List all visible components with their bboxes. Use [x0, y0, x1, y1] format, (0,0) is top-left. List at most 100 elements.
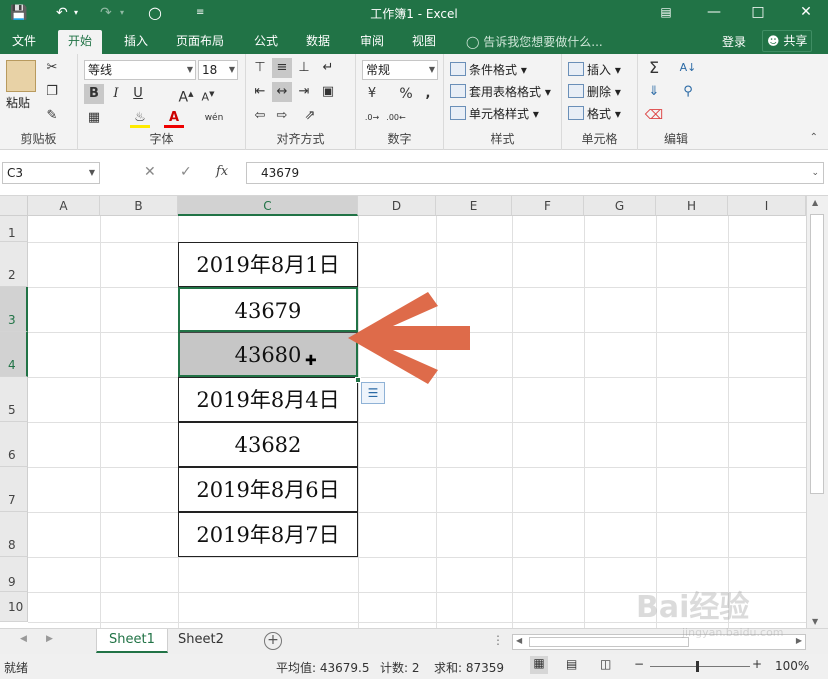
column-header-h[interactable]: H	[656, 196, 728, 216]
ribbon-display-icon[interactable]: ▤	[654, 2, 678, 22]
prev-sheet-icon[interactable]: ◀	[20, 634, 27, 644]
normal-view-icon[interactable]: ▦	[530, 656, 548, 674]
page-break-view-icon[interactable]: ◫	[600, 657, 611, 671]
fill-color-icon[interactable]: ♨	[130, 108, 150, 128]
scroll-down-icon[interactable]: ▼	[812, 617, 818, 626]
horizontal-scroll-thumb[interactable]	[529, 637, 689, 647]
enter-icon[interactable]: ✓	[180, 164, 192, 180]
delete-cells-button[interactable]: 删除 ▾	[568, 82, 621, 102]
column-header-g[interactable]: G	[584, 196, 656, 216]
align-top-icon[interactable]: ⊤	[250, 58, 270, 78]
percent-button[interactable]: %	[396, 84, 416, 104]
next-sheet-icon[interactable]: ▶	[46, 634, 53, 644]
font-size-select[interactable]: 18 ▼	[198, 60, 238, 80]
sort-filter-icon[interactable]: A↓	[678, 58, 698, 78]
row-header-6[interactable]: 6	[0, 422, 28, 467]
quick-analysis-icon[interactable]: ☰	[361, 382, 385, 404]
maximize-icon[interactable]: □	[746, 2, 770, 22]
wrap-text-icon[interactable]: ↵	[318, 58, 338, 78]
row-header-2[interactable]: 2	[0, 242, 28, 287]
align-bottom-icon[interactable]: ⊥	[294, 58, 314, 78]
scroll-up-icon[interactable]: ▲	[812, 198, 818, 207]
scroll-right-icon[interactable]: ▶	[796, 636, 802, 645]
border-icon[interactable]: ▦	[84, 108, 104, 128]
fill-icon[interactable]: ⇓	[644, 82, 664, 102]
close-icon[interactable]: ✕	[794, 2, 818, 22]
expand-formula-icon[interactable]: ⌄	[811, 163, 819, 183]
vertical-scrollbar[interactable]: ▲ ▼	[806, 196, 828, 628]
cut-icon[interactable]: ✂	[42, 58, 62, 78]
phonetic-icon[interactable]: wén	[204, 108, 224, 128]
zoom-slider-thumb[interactable]	[696, 661, 699, 672]
merge-center-icon[interactable]: ▣	[318, 82, 338, 102]
sheet-tab-sheet2[interactable]: Sheet2	[166, 629, 236, 653]
decrease-font-icon[interactable]: A▼	[198, 84, 218, 104]
tell-me-box[interactable]: ◯ 告诉我您想要做什么...	[466, 33, 603, 50]
decrease-indent-icon[interactable]: ⇦	[250, 106, 270, 126]
conditional-format-button[interactable]: 条件格式 ▾	[450, 60, 527, 80]
format-as-table-button[interactable]: 套用表格格式 ▾	[450, 82, 551, 102]
tab-formulas[interactable]: 公式	[244, 30, 288, 54]
vertical-scroll-thumb[interactable]	[810, 214, 824, 494]
cell-c8[interactable]: 2019年8月7日	[178, 512, 358, 557]
align-left-icon[interactable]: ⇤	[250, 82, 270, 102]
decrease-decimal-icon[interactable]: .00←	[386, 108, 406, 128]
tab-review[interactable]: 审阅	[350, 30, 394, 54]
cancel-icon[interactable]: ✕	[144, 164, 156, 180]
format-painter-icon[interactable]: ✎	[42, 106, 62, 126]
column-header-b[interactable]: B	[100, 196, 178, 216]
collapse-ribbon-icon[interactable]: ⌃	[810, 132, 818, 143]
page-layout-view-icon[interactable]: ▤	[566, 657, 577, 671]
cell-c7[interactable]: 2019年8月6日	[178, 467, 358, 512]
minimize-icon[interactable]: —	[702, 2, 726, 22]
tab-data[interactable]: 数据	[296, 30, 340, 54]
row-header-1[interactable]: 1	[0, 216, 28, 242]
increase-font-icon[interactable]: A▲	[176, 84, 196, 106]
font-name-select[interactable]: 等线 ▼	[84, 60, 196, 80]
tab-split-handle[interactable]: ⋮	[492, 633, 504, 647]
tab-insert[interactable]: 插入	[114, 30, 158, 54]
column-header-a[interactable]: A	[28, 196, 100, 216]
column-header-d[interactable]: D	[358, 196, 436, 216]
row-header-4[interactable]: 4	[0, 332, 28, 377]
paste-button[interactable]: 粘贴	[6, 94, 30, 111]
formula-input[interactable]: 43679 ⌄	[246, 162, 824, 184]
orientation-icon[interactable]: ⇗	[300, 106, 320, 126]
tab-file[interactable]: 文件	[2, 30, 46, 54]
bold-button[interactable]: B	[84, 84, 104, 104]
cell-styles-button[interactable]: 单元格样式 ▾	[450, 104, 539, 124]
increase-decimal-icon[interactable]: .0→	[362, 108, 382, 128]
increase-indent-icon[interactable]: ⇨	[272, 106, 292, 126]
cell-c3[interactable]: 43679	[178, 287, 358, 332]
cell-c5[interactable]: 2019年8月4日	[178, 377, 358, 422]
zoom-slider[interactable]	[650, 666, 750, 667]
autosum-icon[interactable]: Σ	[644, 58, 664, 78]
clear-icon[interactable]: ⌫	[644, 106, 664, 126]
format-cells-button[interactable]: 格式 ▾	[568, 104, 621, 124]
scroll-left-icon[interactable]: ◀	[516, 636, 522, 645]
number-format-select[interactable]: 常规 ▼	[362, 60, 438, 80]
copy-icon[interactable]: ❐	[42, 82, 62, 102]
row-header-10[interactable]: 10	[0, 592, 28, 622]
login-link[interactable]: 登录	[722, 33, 746, 50]
cell-c2[interactable]: 2019年8月1日	[178, 242, 358, 287]
tab-home[interactable]: 开始	[58, 30, 103, 54]
zoom-out-icon[interactable]: −	[634, 657, 644, 671]
column-header-i[interactable]: I	[728, 196, 806, 216]
font-color-icon[interactable]: A	[164, 108, 184, 128]
underline-button[interactable]: U	[128, 84, 148, 104]
row-header-9[interactable]: 9	[0, 557, 28, 592]
paste-icon[interactable]	[6, 60, 36, 92]
sheet-tab-sheet1[interactable]: Sheet1	[96, 629, 168, 653]
currency-icon[interactable]: ¥	[362, 84, 382, 104]
row-header-8[interactable]: 8	[0, 512, 28, 557]
column-header-f[interactable]: F	[512, 196, 584, 216]
align-middle-icon[interactable]: ≡	[272, 58, 292, 78]
cell-c6[interactable]: 43682	[178, 422, 358, 467]
insert-function-icon[interactable]: fx	[216, 164, 228, 179]
insert-cells-button[interactable]: 插入 ▾	[568, 60, 621, 80]
align-center-icon[interactable]: ↔	[272, 82, 292, 102]
select-all-corner[interactable]	[0, 196, 28, 216]
name-box[interactable]: C3 ▼	[2, 162, 100, 184]
find-select-icon[interactable]: ⚲	[678, 82, 698, 102]
